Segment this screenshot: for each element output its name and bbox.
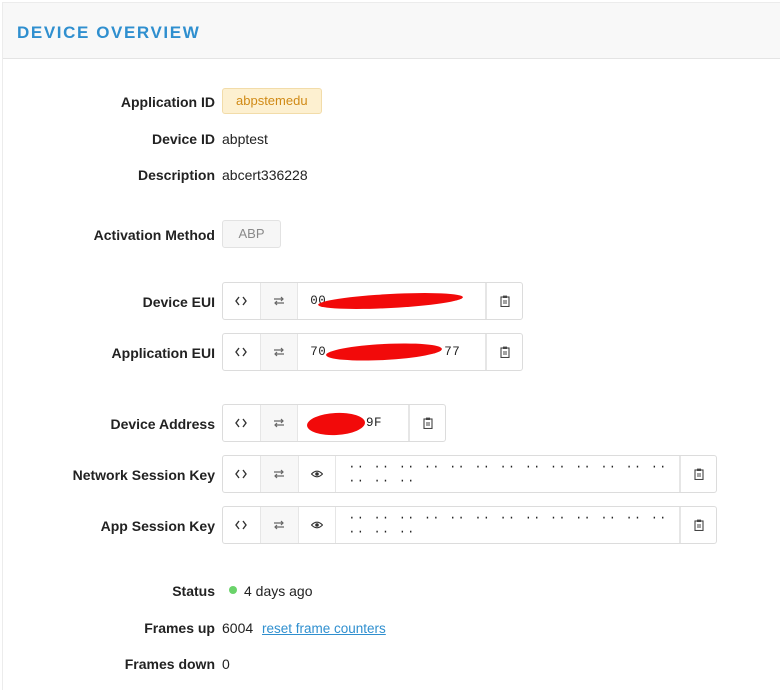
status-label: Status <box>172 583 215 599</box>
application-eui-label: Application EUI <box>111 345 215 361</box>
description-label: Description <box>137 167 215 183</box>
swap-arrows-icon[interactable] <box>260 507 299 543</box>
code-brackets-icon[interactable] <box>223 283 261 319</box>
frames-up-label: Frames up <box>144 620 215 636</box>
frames-down-value: 0 <box>222 656 230 672</box>
status-value: 4 days ago <box>244 583 313 599</box>
application-eui-value-end: 77 <box>444 345 461 359</box>
application-id-label: Application ID <box>120 94 215 110</box>
app-session-key-label: App Session Key <box>100 518 215 534</box>
reset-frame-counters-link[interactable]: reset frame counters <box>262 621 386 636</box>
app-session-key-value: ·· ·· ·· ·· ·· ·· ·· ·· ·· ·· ·· ·· ·· ·… <box>336 507 681 543</box>
network-session-key-label: Network Session Key <box>72 467 215 483</box>
device-id-value: abptest <box>222 131 268 147</box>
code-brackets-icon[interactable] <box>223 507 261 543</box>
application-eui-value: 70 <box>310 345 327 359</box>
activation-method-badge: ABP <box>222 220 281 248</box>
app-session-key-field: ·· ·· ·· ·· ·· ·· ·· ·· ·· ·· ·· ·· ·· ·… <box>222 506 717 544</box>
status-indicator <box>229 586 237 594</box>
activation-method-label: Activation Method <box>93 227 215 243</box>
clipboard-icon[interactable] <box>680 507 716 543</box>
swap-arrows-icon[interactable] <box>260 405 299 441</box>
code-brackets-icon[interactable] <box>223 334 261 370</box>
swap-arrows-icon[interactable] <box>260 283 299 319</box>
eye-icon[interactable] <box>299 507 337 543</box>
clipboard-icon[interactable] <box>486 283 522 319</box>
device-id-label: Device ID <box>151 131 215 147</box>
network-session-key-field: ·· ·· ·· ·· ·· ·· ·· ·· ·· ·· ·· ·· ·· ·… <box>222 455 717 493</box>
network-session-key-value: ·· ·· ·· ·· ·· ·· ·· ·· ·· ·· ·· ·· ·· ·… <box>336 456 681 492</box>
eye-icon[interactable] <box>299 456 337 492</box>
description-value: abcert336228 <box>222 167 308 183</box>
page-title: DEVICE OVERVIEW <box>17 23 201 42</box>
application-id-tag[interactable]: abpstemedu <box>222 88 322 114</box>
clipboard-icon[interactable] <box>409 405 445 441</box>
clipboard-icon[interactable] <box>486 334 522 370</box>
frames-up-value: 6004 <box>222 620 254 636</box>
frames-down-label: Frames down <box>124 656 215 672</box>
code-brackets-icon[interactable] <box>223 456 261 492</box>
panel-header: DEVICE OVERVIEW <box>3 3 780 59</box>
clipboard-icon[interactable] <box>680 456 716 492</box>
code-brackets-icon[interactable] <box>223 405 261 441</box>
device-eui-label: Device EUI <box>142 294 215 310</box>
device-address-label: Device Address <box>110 416 215 432</box>
swap-arrows-icon[interactable] <box>260 334 299 370</box>
swap-arrows-icon[interactable] <box>260 456 299 492</box>
